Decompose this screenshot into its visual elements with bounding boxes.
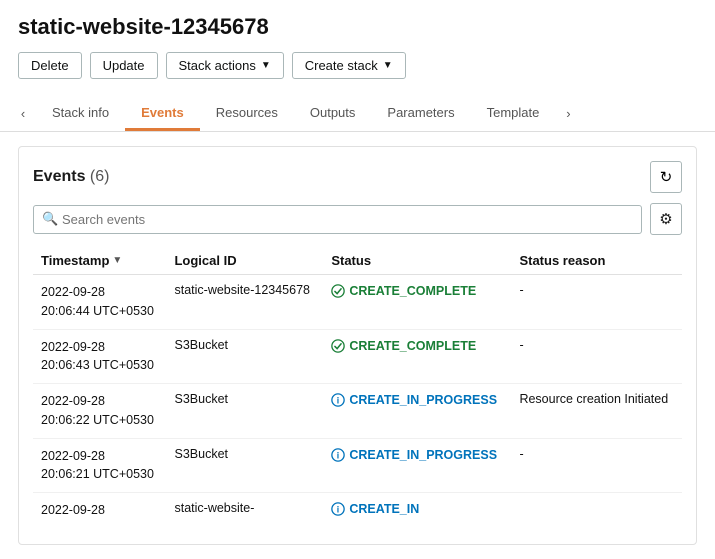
cell-logical-id: S3Bucket (166, 384, 323, 439)
events-card: Events (6) ↻ 🔍 ⚙ Timestamp ▼ (18, 146, 697, 545)
search-input[interactable] (33, 205, 642, 234)
svg-text:i: i (337, 450, 339, 460)
cell-timestamp: 2022-09-2820:06:21 UTC+0530 (33, 438, 166, 493)
table-header-row: Timestamp ▼ Logical ID Status Status rea… (33, 247, 682, 275)
cell-status-reason: - (511, 275, 682, 330)
refresh-button[interactable]: ↻ (650, 161, 682, 193)
table-row: 2022-09-2820:06:22 UTC+0530S3Bucket i CREA… (33, 384, 682, 439)
svg-text:i: i (337, 505, 339, 515)
events-header: Events (6) ↻ (33, 161, 682, 193)
page-title: static-website-12345678 (18, 14, 697, 40)
cell-status: i CREATE_IN_PROGRESS (323, 438, 511, 493)
page-header: static-website-12345678 Delete Update St… (0, 0, 715, 85)
col-status: Status (323, 247, 511, 275)
col-status-reason: Status reason (511, 247, 682, 275)
status-text: CREATE_IN_PROGRESS (349, 392, 497, 410)
tab-resources[interactable]: Resources (200, 97, 294, 131)
cell-status-reason: - (511, 329, 682, 384)
stack-actions-button[interactable]: Stack actions ▼ (166, 52, 284, 79)
settings-button[interactable]: ⚙ (650, 203, 682, 235)
cell-logical-id: static-website-12345678 (166, 275, 323, 330)
delete-button[interactable]: Delete (18, 52, 82, 79)
update-button[interactable]: Update (90, 52, 158, 79)
status-text: CREATE_IN (349, 501, 419, 519)
tab-stack-info[interactable]: Stack info (36, 97, 125, 131)
cell-timestamp: 2022-09-2820:06:22 UTC+0530 (33, 384, 166, 439)
status-text: CREATE_COMPLETE (349, 283, 476, 301)
tab-parameters[interactable]: Parameters (371, 97, 470, 131)
cell-status-reason: - (511, 438, 682, 493)
status-complete-icon (331, 339, 345, 359)
events-table: Timestamp ▼ Logical ID Status Status rea… (33, 247, 682, 530)
cell-status: i CREATE_IN (323, 493, 511, 530)
search-wrap: 🔍 (33, 205, 642, 234)
stack-actions-arrow-icon: ▼ (261, 60, 271, 71)
table-row: 2022-09-2820:06:44 UTC+0530static-websit… (33, 275, 682, 330)
status-text: CREATE_COMPLETE (349, 338, 476, 356)
svg-text:i: i (337, 396, 339, 406)
cell-status: i CREATE_IN_PROGRESS (323, 384, 511, 439)
col-timestamp: Timestamp ▼ (33, 247, 166, 275)
sort-icon: ▼ (112, 255, 122, 266)
create-stack-arrow-icon: ▼ (383, 60, 393, 71)
search-row: 🔍 ⚙ (33, 203, 682, 235)
cell-timestamp: 2022-09-28 (33, 493, 166, 530)
cell-status-reason: Resource creation Initiated (511, 384, 682, 439)
tab-template[interactable]: Template (471, 97, 556, 131)
cell-status: CREATE_COMPLETE (323, 329, 511, 384)
tab-next-arrow[interactable]: › (555, 95, 581, 131)
table-row: 2022-09-2820:06:43 UTC+0530S3Bucket CREAT… (33, 329, 682, 384)
tab-prev-arrow[interactable]: ‹ (10, 95, 36, 131)
status-text: CREATE_IN_PROGRESS (349, 447, 497, 465)
cell-logical-id: S3Bucket (166, 329, 323, 384)
cell-status-reason (511, 493, 682, 530)
cell-timestamp: 2022-09-2820:06:44 UTC+0530 (33, 275, 166, 330)
status-inprogress-icon: i (331, 502, 345, 522)
create-stack-button[interactable]: Create stack ▼ (292, 52, 406, 79)
main-content: Events (6) ↻ 🔍 ⚙ Timestamp ▼ (0, 132, 715, 559)
tab-events[interactable]: Events (125, 97, 200, 131)
cell-logical-id: S3Bucket (166, 438, 323, 493)
status-inprogress-icon: i (331, 393, 345, 413)
tab-navigation: ‹ Stack info Events Resources Outputs Pa… (0, 95, 715, 132)
toolbar: Delete Update Stack actions ▼ Create sta… (18, 52, 697, 79)
events-section-title: Events (6) (33, 168, 109, 186)
col-logical-id: Logical ID (166, 247, 323, 275)
cell-timestamp: 2022-09-2820:06:43 UTC+0530 (33, 329, 166, 384)
tab-outputs[interactable]: Outputs (294, 97, 372, 131)
table-row: 2022-09-28static-website-i CREATE_IN (33, 493, 682, 530)
status-complete-icon (331, 284, 345, 304)
table-row: 2022-09-2820:06:21 UTC+0530S3Bucket i CREA… (33, 438, 682, 493)
search-icon: 🔍 (42, 211, 58, 227)
status-inprogress-icon: i (331, 448, 345, 468)
cell-status: CREATE_COMPLETE (323, 275, 511, 330)
cell-logical-id: static-website- (166, 493, 323, 530)
